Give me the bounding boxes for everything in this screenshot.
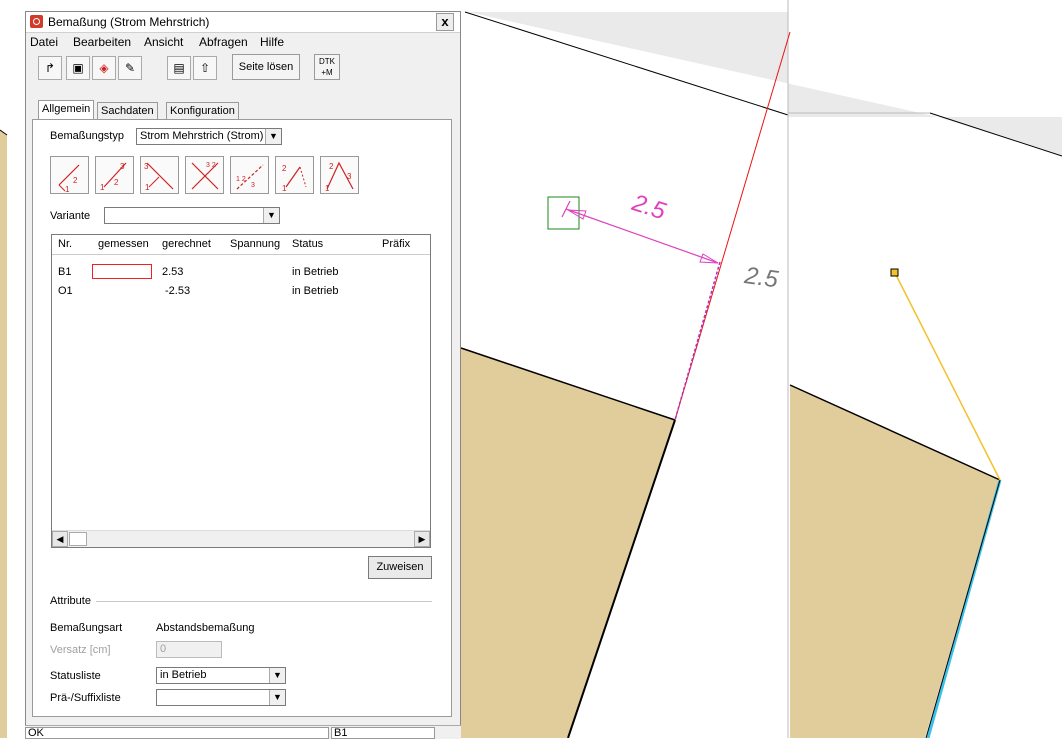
dialog-titlebar[interactable]: Bemaßung (Strom Mehrstrich) x — [26, 12, 460, 33]
chevron-down-icon: ▼ — [265, 129, 281, 144]
pin-icon[interactable]: ↱ — [38, 56, 62, 80]
chevron-down-icon: ▼ — [263, 208, 279, 223]
col-gemessen[interactable]: gemessen — [98, 238, 149, 250]
dimension-tick-left — [561, 200, 571, 218]
bemassungstyp-label: Bemaßungstyp — [50, 130, 124, 142]
variante-label: Variante — [50, 210, 91, 222]
red-line — [674, 31, 791, 421]
svg-text:3: 3 — [144, 162, 149, 171]
suffixliste-select[interactable]: ▼ — [156, 689, 286, 706]
svg-text:3 2: 3 2 — [206, 162, 216, 169]
parcel-right — [790, 385, 1000, 738]
list-header: Nr. gemessen gerechnet Spannung Status P… — [52, 235, 430, 255]
dimension-angle-icon[interactable]: 21 — [275, 156, 314, 194]
versatz-label: Versatz [cm] — [50, 644, 111, 656]
bemassungstyp-select[interactable]: Strom Mehrstrich (Strom) ▼ — [136, 128, 282, 145]
variante-select[interactable]: ▼ — [104, 207, 280, 224]
grey-area-top — [468, 12, 1062, 156]
row-nr: B1 — [58, 266, 72, 278]
dimension-text-main: 2.5 — [628, 189, 670, 225]
dimension-arrow-right — [699, 253, 719, 264]
status-bar: OK B1 — [25, 725, 461, 739]
status-left: OK — [25, 727, 329, 739]
svg-text:1: 1 — [325, 184, 330, 193]
statusliste-value: in Betrieb — [160, 669, 207, 681]
menu-hilfe[interactable]: Hilfe — [260, 35, 284, 49]
versatz-field: 0 — [156, 641, 222, 658]
col-nr[interactable]: Nr. — [58, 238, 72, 250]
svg-text:2: 2 — [282, 164, 287, 173]
app-logo-icon — [30, 15, 43, 28]
col-gerechnet[interactable]: gerechnet — [162, 238, 211, 250]
dialog-title: Bemaßung (Strom Mehrstrich) — [48, 15, 210, 29]
col-praefix[interactable]: Präfix — [382, 238, 410, 250]
svg-text:2: 2 — [329, 162, 334, 171]
status-right: B1 — [331, 727, 435, 739]
dimension-double-cross-icon[interactable]: 3 2 — [185, 156, 224, 194]
menu-ansicht[interactable]: Ansicht — [144, 35, 183, 49]
tab-allgemein[interactable]: Allgemein — [38, 100, 95, 121]
svg-text:2: 2 — [73, 176, 78, 185]
bemassungsart-label: Bemaßungsart — [50, 622, 123, 634]
dimension-arrow-left — [567, 209, 587, 220]
scroll-thumb[interactable] — [69, 532, 87, 546]
dimension-triangle-icon[interactable]: 2 3 1 — [320, 156, 359, 194]
menubar: Datei Bearbeiten Ansicht Abfragen Hilfe — [26, 33, 460, 51]
attribute-divider — [96, 601, 432, 602]
col-spannung[interactable]: Spannung — [230, 238, 280, 250]
menu-datei[interactable]: Datei — [30, 35, 58, 49]
parcel-middle — [461, 348, 675, 738]
zuweisen-button[interactable]: Zuweisen — [368, 556, 432, 579]
parcel-left-strip — [0, 130, 7, 738]
dimension-chain-icon[interactable]: 1 2 3 — [230, 156, 269, 194]
row-gerechnet: 2.53 — [162, 266, 184, 278]
svg-text:1: 1 — [100, 183, 105, 192]
attribute-label: Attribute — [50, 595, 91, 607]
print-icon[interactable]: ▤ — [167, 56, 191, 80]
row-nr: O1 — [58, 285, 73, 297]
scroll-left-icon[interactable]: ◀ — [52, 531, 68, 547]
svg-text:1 2: 1 2 — [236, 176, 246, 183]
chevron-down-icon: ▼ — [269, 690, 285, 705]
row-gerechnet: -2.53 — [165, 285, 191, 297]
dimension-cross-icon[interactable]: 31 — [140, 156, 179, 194]
svg-text:2: 2 — [114, 178, 119, 187]
col-status[interactable]: Status — [292, 238, 323, 250]
dimension-corner-icon[interactable]: 21 — [50, 156, 89, 194]
dimension-text-secondary: 2.5 — [742, 262, 780, 294]
row-status: in Betrieb — [292, 266, 339, 278]
close-button[interactable]: x — [436, 13, 454, 31]
svg-text:1: 1 — [65, 185, 70, 193]
dimension-diagonal-icon[interactable]: 1 32 — [95, 156, 134, 194]
horizontal-scrollbar[interactable]: ◀ ▶ — [52, 530, 430, 547]
measurement-list[interactable]: Nr. gemessen gerechnet Spannung Status P… — [51, 234, 431, 548]
menu-bearbeiten[interactable]: Bearbeiten — [73, 35, 131, 49]
svg-text:3: 3 — [120, 162, 125, 171]
yellow-point-marker[interactable] — [890, 268, 899, 277]
svg-text:1: 1 — [145, 183, 150, 192]
chevron-down-icon: ▼ — [269, 668, 285, 683]
svg-text:1: 1 — [282, 184, 287, 193]
cube-icon[interactable]: ▣ — [66, 56, 90, 80]
seite-loesen-button[interactable]: Seite lösen — [232, 54, 300, 80]
versatz-value: 0 — [160, 643, 167, 655]
dtk-button[interactable]: DTK +M — [314, 54, 340, 80]
suffixliste-label: Prä-/Suffixliste — [50, 692, 121, 704]
paint-bucket-icon[interactable]: ◈ — [92, 56, 116, 80]
statusliste-select[interactable]: in Betrieb ▼ — [156, 667, 286, 684]
row-status: in Betrieb — [292, 285, 339, 297]
bemassungsart-value: Abstandsbemaßung — [156, 622, 255, 634]
statusliste-label: Statusliste — [50, 670, 101, 682]
menu-abfragen[interactable]: Abfragen — [199, 35, 248, 49]
tab-sachdaten[interactable]: Sachdaten — [97, 102, 158, 120]
scroll-right-icon[interactable]: ▶ — [414, 531, 430, 547]
tab-konfiguration[interactable]: Konfiguration — [166, 102, 239, 120]
gemessen-input[interactable] — [92, 264, 152, 279]
draw-icon[interactable]: ✎ — [118, 56, 142, 80]
export-icon[interactable]: ⇧ — [193, 56, 217, 80]
bemassungstyp-value: Strom Mehrstrich (Strom) — [140, 130, 264, 142]
svg-text:3: 3 — [251, 182, 255, 189]
svg-text:3: 3 — [347, 172, 352, 181]
